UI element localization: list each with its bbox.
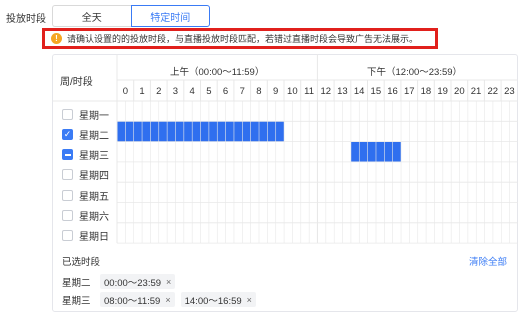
selected-slot-cell xyxy=(217,121,226,142)
hour-label: 12 xyxy=(320,86,332,97)
selected-slot-cell xyxy=(150,121,159,142)
day-label: 星期六 xyxy=(79,212,109,223)
pm-header: 下午（12:00～23:59） xyxy=(367,67,463,78)
selected-slot-cell xyxy=(142,121,151,142)
selected-slot-cell xyxy=(158,121,168,142)
hour-label: 10 xyxy=(287,86,298,97)
time-range-text: 08:00～11:59 xyxy=(104,295,161,307)
selected-periods-title: 已选时段 xyxy=(62,257,101,268)
selected-slot-cell xyxy=(117,121,126,142)
selected-slot-cell xyxy=(175,121,184,142)
grid-corner-label: 周/时段 xyxy=(60,77,93,88)
day-checkbox[interactable] xyxy=(62,149,73,161)
selected-slot-cell xyxy=(225,121,234,142)
day-checkbox[interactable] xyxy=(62,108,73,120)
selected-slot-cell xyxy=(208,121,218,142)
selected-row-tuesday: 星期二 00:00～23:59 × xyxy=(62,274,181,289)
time-range-tag: 08:00～11:59 × xyxy=(100,292,175,307)
hour-label: 0 xyxy=(122,86,128,97)
day-row[interactable]: 星期六 xyxy=(62,206,109,226)
selected-day-label: 星期三 xyxy=(62,295,91,307)
close-icon[interactable]: × xyxy=(166,277,171,287)
time-range-text: 00:00～23:59 xyxy=(104,277,162,289)
hour-label: 1 xyxy=(139,86,145,97)
hour-label: 21 xyxy=(470,86,482,97)
selected-slot-cell xyxy=(200,121,209,142)
day-label: 星期三 xyxy=(79,151,109,163)
day-row[interactable]: ✓ 星期二 xyxy=(62,124,109,144)
hour-label: 16 xyxy=(387,86,398,97)
clear-all-link[interactable]: 清除全部 xyxy=(469,254,507,268)
selected-slot-cell xyxy=(359,141,368,162)
selected-slot-cell xyxy=(375,141,385,162)
time-range-tag: 14:00～16:59 × xyxy=(180,292,256,307)
day-row[interactable]: 星期三 xyxy=(62,145,109,165)
selected-slot-cell xyxy=(192,121,201,142)
selected-slot-cell xyxy=(183,121,193,142)
selected-slot-cell xyxy=(275,121,285,142)
hour-label: 17 xyxy=(403,86,415,97)
day-label: 星期日 xyxy=(79,232,109,244)
hour-label: 19 xyxy=(437,86,448,97)
day-checkbox[interactable] xyxy=(62,230,73,242)
hour-label: 14 xyxy=(353,86,365,97)
selected-slot-cell xyxy=(233,121,243,142)
hour-label: 15 xyxy=(370,86,382,97)
selected-slot-cell xyxy=(259,121,268,142)
time-range-tag: 00:00～23:59 × xyxy=(100,274,176,289)
hour-label: 9 xyxy=(272,86,279,97)
selected-slot-cell xyxy=(250,121,260,142)
day-checkbox[interactable] xyxy=(62,189,73,201)
selected-slot-cell xyxy=(167,121,176,142)
time-range-text: 14:00～16:59 xyxy=(184,295,242,307)
selected-slot-cell xyxy=(267,121,276,142)
hour-label: 3 xyxy=(172,86,179,97)
hour-label: 23 xyxy=(504,86,515,97)
day-row[interactable]: 星期四 xyxy=(62,165,109,185)
day-checkbox[interactable] xyxy=(62,169,73,181)
selected-slot-cell xyxy=(350,141,360,162)
hour-label: 13 xyxy=(337,86,348,97)
selected-day-label: 星期二 xyxy=(62,277,91,289)
day-row[interactable]: 星期一 xyxy=(62,104,109,124)
day-checkbox[interactable] xyxy=(62,210,73,221)
day-row[interactable]: 星期五 xyxy=(62,185,109,205)
hour-label: 11 xyxy=(304,86,314,97)
day-label: 星期五 xyxy=(79,191,109,203)
close-icon[interactable]: × xyxy=(165,295,170,305)
day-label: 星期四 xyxy=(79,171,109,183)
selected-row-wednesday: 星期三 08:00～11:59 × 14:00～16:59 × xyxy=(62,292,262,307)
day-label: 星期一 xyxy=(79,110,109,122)
day-checkbox[interactable]: ✓ xyxy=(62,128,73,140)
hour-label: 7 xyxy=(239,86,245,97)
selected-slot-cell xyxy=(125,121,134,142)
day-label: 星期二 xyxy=(79,130,109,142)
selected-slot-cell xyxy=(384,141,393,162)
hour-label: 5 xyxy=(206,86,212,97)
hour-label: 8 xyxy=(256,86,262,97)
hour-label: 20 xyxy=(454,86,465,97)
am-header: 上午（00:00～11:59） xyxy=(170,67,265,78)
close-icon[interactable]: × xyxy=(247,295,252,305)
selected-slot-cell xyxy=(367,141,376,162)
selected-slot-cell xyxy=(242,121,251,142)
hour-label: 4 xyxy=(189,86,195,97)
selected-slot-cell xyxy=(392,141,402,162)
hour-label: 18 xyxy=(420,86,432,97)
day-row[interactable]: 星期日 xyxy=(62,226,109,246)
hour-label: 2 xyxy=(156,86,162,97)
hour-label: 22 xyxy=(487,86,499,97)
hour-label: 6 xyxy=(222,86,229,97)
selected-slot-cell xyxy=(133,121,143,142)
